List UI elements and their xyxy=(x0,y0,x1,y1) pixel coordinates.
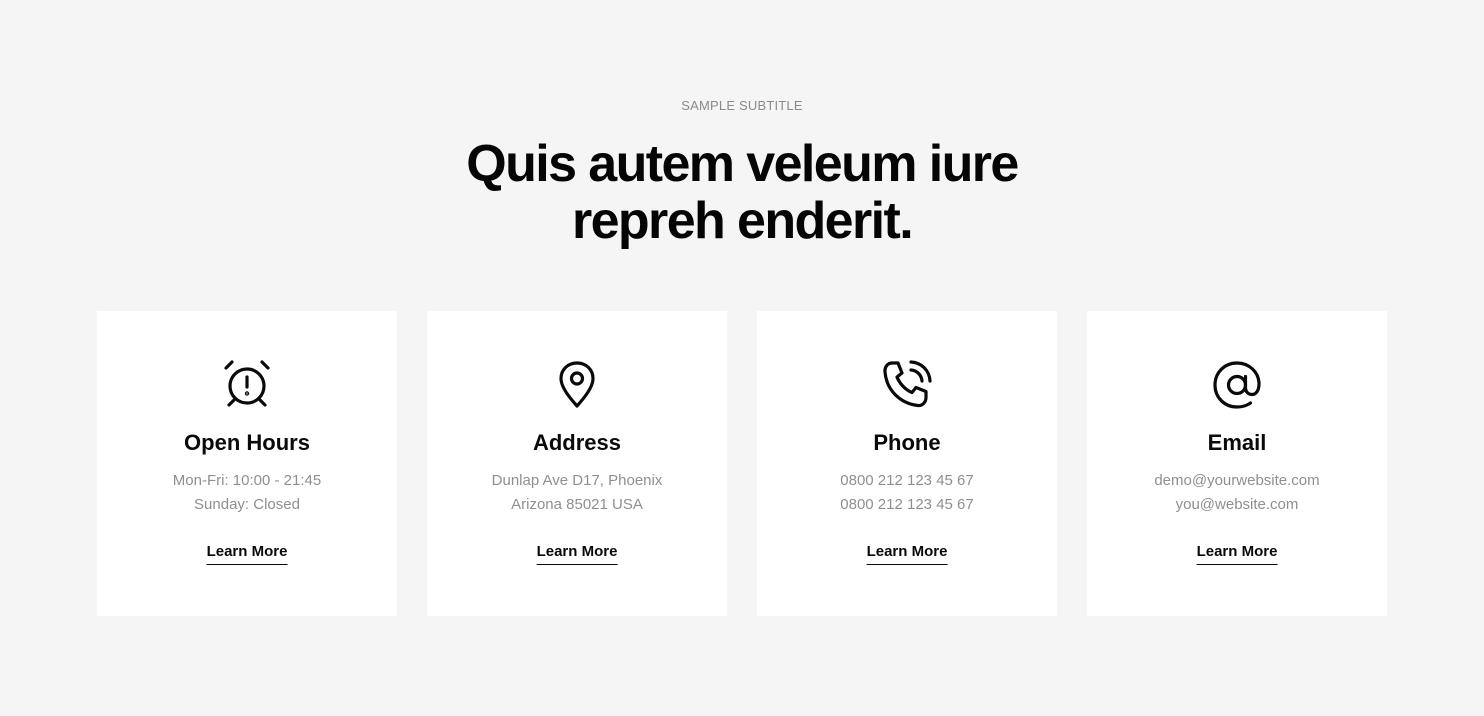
phone-call-icon xyxy=(881,359,933,411)
card-title: Phone xyxy=(873,430,941,455)
section-subtitle: SAMPLE SUBTITLE xyxy=(681,98,803,113)
contact-info-section: SAMPLE SUBTITLE Quis autem veleum iure r… xyxy=(0,0,1484,716)
card-address: Address Dunlap Ave D17, Phoenix Arizona … xyxy=(427,311,727,616)
card-detail-line: Arizona 85021 USA xyxy=(511,496,643,513)
card-detail-line: you@website.com xyxy=(1175,496,1299,513)
card-detail-line: Mon-Fri: 10:00 - 21:45 xyxy=(172,472,322,489)
card-detail-line: Dunlap Ave D17, Phoenix xyxy=(491,472,663,489)
card-title: Address xyxy=(532,430,622,455)
learn-more-link[interactable]: Learn More xyxy=(206,542,288,565)
section-heading: Quis autem veleum iure repreh enderit. xyxy=(466,135,1019,250)
info-cards: Open Hours Mon-Fri: 10:00 - 21:45 Sunday… xyxy=(97,311,1387,616)
card-detail-line: 0800 212 123 45 67 xyxy=(840,472,974,489)
card-open-hours: Open Hours Mon-Fri: 10:00 - 21:45 Sunday… xyxy=(97,311,397,616)
card-detail-line: demo@yourwebsite.com xyxy=(1154,472,1320,489)
learn-more-link[interactable]: Learn More xyxy=(866,542,948,565)
card-phone: Phone 0800 212 123 45 67 0800 212 123 45… xyxy=(757,311,1057,616)
alarm-clock-icon xyxy=(221,359,273,411)
map-pin-icon xyxy=(551,359,603,411)
card-title: Email xyxy=(1207,430,1267,455)
card-title: Open Hours xyxy=(184,430,310,455)
learn-more-link[interactable]: Learn More xyxy=(536,542,618,565)
at-sign-icon xyxy=(1211,359,1263,411)
card-detail-line: Sunday: Closed xyxy=(194,496,300,513)
card-email: Email demo@yourwebsite.com you@website.c… xyxy=(1087,311,1387,616)
learn-more-link[interactable]: Learn More xyxy=(1196,542,1278,565)
card-detail-line: 0800 212 123 45 67 xyxy=(840,496,974,513)
